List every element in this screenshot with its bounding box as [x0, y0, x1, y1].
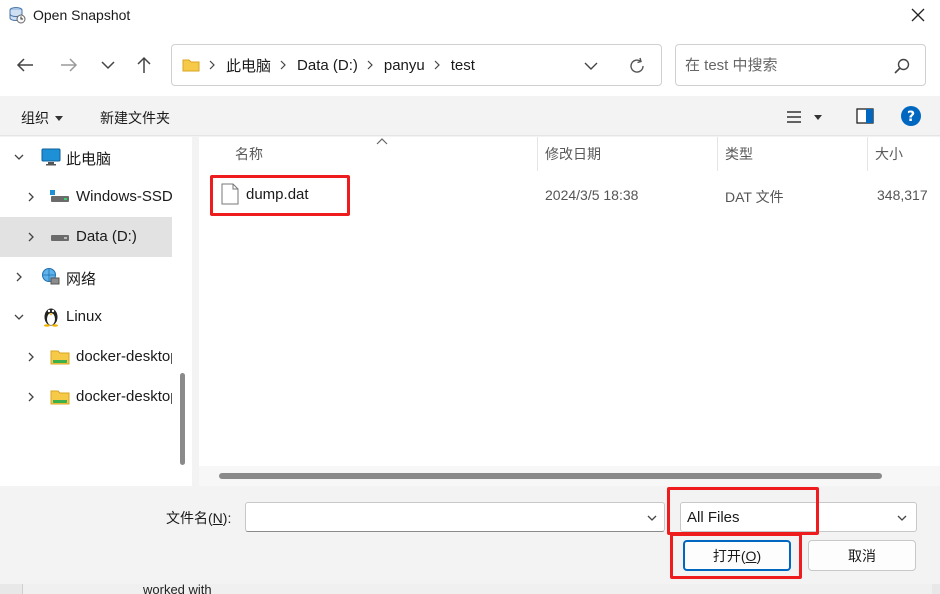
breadcrumb-this-pc[interactable]: 此电脑: [226, 55, 271, 76]
file-row[interactable]: dump.dat 2024/3/5 18:38 DAT 文件 348,317: [209, 173, 940, 217]
open-button[interactable]: 打开(O): [683, 540, 791, 571]
list-view-icon: [787, 111, 801, 123]
sidebar-item-linux[interactable]: Linux: [0, 297, 172, 337]
recent-locations-button[interactable]: [95, 52, 121, 78]
linux-penguin-icon: [41, 306, 61, 327]
file-type: DAT 文件: [725, 189, 784, 205]
chevron-right-icon[interactable]: [14, 272, 24, 282]
chevron-down-icon[interactable]: [583, 58, 599, 74]
close-window-button[interactable]: [906, 3, 930, 27]
chevron-right-icon[interactable]: [26, 232, 36, 242]
navigation-pane: 此电脑 Windows-SSD Data (D:) 网络 Linux docke…: [0, 137, 192, 486]
back-button[interactable]: [12, 52, 38, 78]
sidebar-item-docker-desktop-data[interactable]: docker-desktop-data: [0, 377, 172, 417]
arrow-left-icon: [16, 58, 33, 72]
chevron-down-icon[interactable]: [14, 152, 24, 162]
column-header-size[interactable]: 大小: [875, 137, 903, 171]
background-window-text: worked with: [143, 582, 212, 594]
file-type-filter-value: All Files: [687, 509, 740, 526]
chevron-right-icon[interactable]: [26, 352, 36, 362]
cancel-button[interactable]: 取消: [808, 540, 916, 571]
caret-down-icon: [55, 116, 63, 121]
column-header-modified[interactable]: 修改日期: [545, 137, 601, 171]
chevron-down-icon: [897, 515, 907, 521]
title-bar: Open Snapshot: [0, 0, 940, 30]
chevron-right-icon: [433, 60, 441, 70]
column-divider[interactable]: [717, 137, 718, 171]
chevron-right-icon: [366, 60, 374, 70]
column-header-name[interactable]: 名称: [235, 137, 263, 171]
window-title: Open Snapshot: [33, 7, 131, 23]
search-icon[interactable]: [893, 57, 911, 75]
new-folder-button[interactable]: 新建文件夹: [100, 108, 170, 128]
command-bar: 组织 新建文件夹 ?: [0, 96, 940, 136]
file-list: 名称 修改日期 类型 大小 dump.dat 2024/3/5 18:38 DA…: [199, 137, 940, 486]
up-button[interactable]: [131, 52, 157, 78]
arrow-right-icon: [61, 58, 78, 72]
file-size: 348,317: [877, 187, 928, 203]
breadcrumb-test[interactable]: test: [451, 57, 475, 74]
caret-down-icon: [814, 114, 822, 120]
sidebar-item-network[interactable]: 网络: [0, 257, 172, 297]
chevron-down-icon[interactable]: [14, 312, 24, 322]
column-header-type[interactable]: 类型: [725, 137, 753, 171]
chevron-down-icon[interactable]: [646, 512, 658, 524]
dialog-footer: 文件名(N): All Files 打开(O) 取消: [0, 486, 940, 594]
svg-text:?: ?: [907, 109, 915, 125]
file-modified: 2024/3/5 18:38: [545, 187, 639, 203]
column-divider[interactable]: [537, 137, 538, 171]
chevron-right-icon[interactable]: [26, 192, 36, 202]
folder-icon: [50, 387, 70, 407]
sidebar-item-windows-ssd[interactable]: Windows-SSD: [0, 177, 172, 217]
database-snapshot-icon: [9, 7, 26, 24]
chevron-right-icon: [208, 60, 216, 70]
preview-pane-button[interactable]: [853, 105, 877, 127]
close-icon: [911, 8, 925, 22]
breadcrumb-panyu[interactable]: panyu: [384, 57, 425, 74]
drive-icon: [50, 228, 70, 248]
computer-icon: [41, 147, 61, 167]
search-box[interactable]: [675, 44, 926, 86]
drive-icon: [50, 187, 70, 207]
chevron-right-icon[interactable]: [26, 392, 36, 402]
sort-ascending-icon: [376, 138, 388, 145]
sidebar-item-this-pc[interactable]: 此电脑: [0, 137, 172, 177]
help-icon[interactable]: ?: [899, 104, 923, 128]
breadcrumb-data-drive[interactable]: Data (D:): [297, 57, 358, 74]
organize-menu[interactable]: 组织: [21, 108, 63, 128]
file-name: dump.dat: [246, 186, 309, 203]
view-options-button[interactable]: [786, 106, 834, 128]
sidebar-item-docker-desktop[interactable]: docker-desktop: [0, 337, 172, 377]
filename-label: 文件名(N):: [166, 510, 232, 526]
filename-combobox[interactable]: [245, 502, 665, 532]
search-input[interactable]: [685, 55, 885, 75]
folder-icon: [182, 59, 200, 72]
chevron-right-icon: [279, 60, 287, 70]
network-icon: [41, 267, 61, 287]
file-icon: [221, 183, 239, 205]
folder-icon: [50, 347, 70, 367]
address-bar[interactable]: 此电脑 Data (D:) panyu test: [171, 44, 662, 86]
sidebar-scrollbar-thumb[interactable]: [180, 373, 185, 465]
navigation-bar: 此电脑 Data (D:) panyu test: [0, 30, 940, 96]
refresh-icon[interactable]: [627, 56, 647, 76]
arrow-up-icon: [137, 56, 151, 73]
preview-pane-icon: [856, 108, 874, 124]
sidebar-item-data-drive[interactable]: Data (D:): [0, 217, 172, 257]
chevron-down-icon: [101, 61, 115, 70]
file-list-horizontal-scrollbar[interactable]: [199, 466, 940, 486]
forward-button[interactable]: [56, 52, 82, 78]
horizontal-scrollbar-thumb[interactable]: [219, 473, 882, 479]
file-type-filter-select[interactable]: All Files: [680, 502, 917, 532]
column-divider[interactable]: [867, 137, 868, 171]
filename-input[interactable]: [252, 508, 642, 526]
